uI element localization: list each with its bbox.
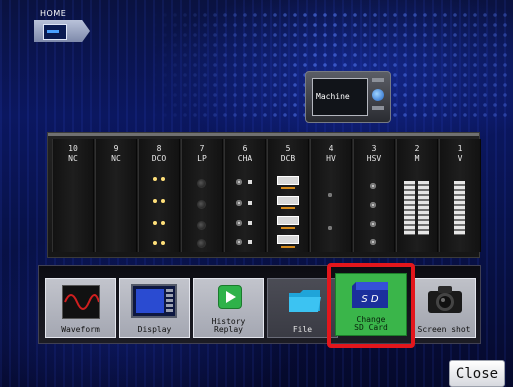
slot-name: DCO (151, 154, 167, 163)
port-icon (277, 196, 299, 205)
led-indicator (153, 199, 157, 203)
slot-number: 3 (371, 144, 377, 153)
indicator-icon (248, 180, 252, 184)
rack-slot-5[interactable]: 5 DCB (267, 139, 309, 252)
knob-icon (197, 221, 206, 230)
indicator-icon (248, 201, 252, 205)
screen-shot-label: Screen shot (417, 325, 471, 334)
terminal-block-icon (418, 181, 429, 235)
led-indicator (161, 177, 165, 181)
connector-icon (328, 193, 332, 197)
slot-number: 7 (199, 144, 205, 153)
knob-icon (197, 179, 206, 188)
machine-button[interactable]: Machine (305, 71, 391, 123)
connector-icon (370, 221, 376, 227)
slot-name: NC (68, 154, 78, 163)
indicator-icon (281, 187, 295, 189)
terminal-block-icon (454, 181, 465, 235)
slot-name: V (457, 154, 463, 163)
rack-slot-8[interactable]: 8 DCO (138, 139, 180, 252)
close-button[interactable]: Close (449, 360, 505, 387)
home-icon (43, 24, 67, 40)
rack-slot-3[interactable]: 3 HSV (353, 139, 395, 252)
rack-slot-2[interactable]: 2 M (396, 139, 438, 252)
rack-slot-10[interactable]: 10 NC (52, 139, 94, 252)
history-replay-button[interactable]: History Replay (193, 278, 264, 338)
machine-label: Machine (316, 92, 350, 101)
camera-icon (425, 283, 465, 317)
folder-icon (288, 285, 322, 315)
machine-side-button (372, 78, 384, 82)
connector-icon (236, 179, 242, 185)
display-icon (131, 284, 177, 318)
play-icon (218, 285, 242, 309)
display-button[interactable]: Display (119, 278, 190, 338)
slot-name: HSV (366, 154, 382, 163)
home-button[interactable] (34, 20, 90, 42)
screen-shot-button[interactable]: Screen shot (412, 278, 476, 338)
rack-slot-7[interactable]: 7 LP (181, 139, 223, 252)
slot-number: 6 (242, 144, 248, 153)
waveform-button[interactable]: Waveform (45, 278, 116, 338)
connector-icon (236, 220, 242, 226)
indicator-icon (281, 227, 295, 229)
indicator-icon (248, 240, 252, 244)
connector-icon (370, 239, 376, 245)
slot-name: CHA (237, 154, 253, 163)
module-rack: 10 NC 9 NC 8 DCO 7 LP 6 CHA 5 DCB 4 HV 3… (48, 133, 481, 257)
port-icon (277, 216, 299, 225)
waveform-label: Waveform (61, 325, 100, 334)
slot-number: 4 (328, 144, 334, 153)
rack-slot-1[interactable]: 1 V (439, 139, 481, 252)
history-replay-label: History Replay (211, 317, 246, 334)
rack-slot-4[interactable]: 4 HV (310, 139, 352, 252)
led-indicator (161, 199, 165, 203)
slot-number: 5 (285, 144, 291, 153)
machine-knob-icon (372, 89, 384, 101)
home-screen: HOME Machine 10 NC 9 NC 8 DCO 7 LP 6 CHA… (0, 0, 513, 387)
connector-icon (236, 200, 242, 206)
knob-icon (197, 200, 206, 209)
connector-icon (370, 202, 376, 208)
led-indicator (161, 241, 165, 245)
rack-slot-9[interactable]: 9 NC (95, 139, 137, 252)
display-label: Display (137, 325, 172, 334)
led-indicator (161, 221, 165, 225)
slot-number: 9 (113, 144, 119, 153)
waveform-icon (62, 285, 100, 319)
slot-name: NC (111, 154, 121, 163)
slot-number: 2 (414, 144, 420, 153)
port-icon (277, 176, 299, 185)
port-icon (277, 235, 299, 244)
knob-icon (197, 239, 206, 248)
slot-number: 1 (457, 144, 463, 153)
connector-icon (370, 183, 376, 189)
connector-icon (328, 226, 332, 230)
slot-name: HV (326, 154, 336, 163)
rack-slot-6[interactable]: 6 CHA (224, 139, 266, 252)
slot-number: 10 (68, 144, 78, 153)
selection-highlight (327, 263, 415, 348)
indicator-icon (281, 246, 295, 248)
machine-screen: Machine (312, 78, 368, 116)
led-indicator (153, 221, 157, 225)
led-indicator (153, 177, 157, 181)
indicator-icon (281, 207, 295, 209)
machine-side-button (372, 106, 384, 110)
slot-number: 8 (156, 144, 162, 153)
terminal-block-icon (404, 181, 415, 235)
slot-name: DCB (280, 154, 296, 163)
led-indicator (153, 241, 157, 245)
breadcrumb-home-label: HOME (40, 9, 67, 18)
slot-name: LP (197, 154, 207, 163)
slot-name: M (414, 154, 420, 163)
connector-icon (236, 239, 242, 245)
indicator-icon (248, 221, 252, 225)
